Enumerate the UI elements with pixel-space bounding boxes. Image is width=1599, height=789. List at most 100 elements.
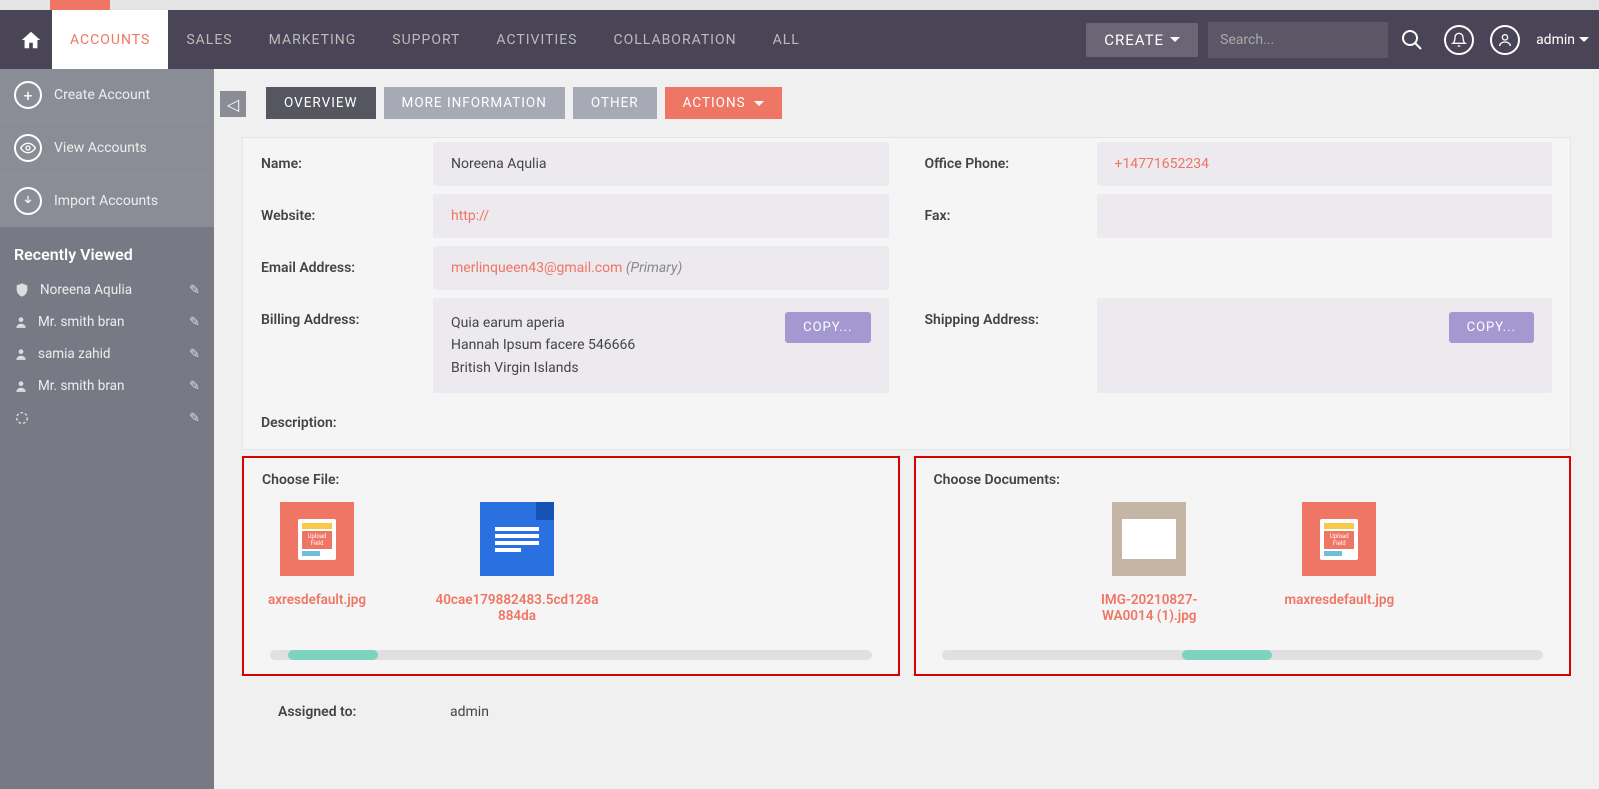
email-primary-tag: (Primary)	[626, 260, 682, 276]
email-value[interactable]: merlinqueen43@gmail.com (Primary)	[433, 246, 889, 290]
nav-accounts[interactable]: ACCOUNTS	[52, 10, 168, 69]
recent-item[interactable]: samia zahid ✎	[0, 338, 214, 370]
notifications-icon[interactable]	[1436, 25, 1482, 55]
name-label: Name:	[243, 142, 433, 186]
edit-icon[interactable]: ✎	[189, 347, 200, 362]
office-phone-value[interactable]: +14771652234	[1097, 142, 1553, 186]
user-menu-icon[interactable]	[1482, 25, 1528, 55]
website-label: Website:	[243, 194, 433, 238]
choose-documents-label: Choose Documents:	[934, 472, 1552, 488]
person-icon	[14, 347, 28, 361]
caret-down-icon	[1170, 37, 1180, 42]
document-attachments[interactable]: IMG-20210827-WA0014 (1).jpg Upload Field…	[934, 502, 1552, 632]
choose-file-label: Choose File:	[262, 472, 880, 488]
assigned-label: Assigned to:	[242, 690, 432, 734]
nav-all[interactable]: ALL	[755, 10, 818, 69]
tab-actions[interactable]: ACTIONS	[665, 87, 782, 119]
admin-label: admin	[1528, 32, 1579, 48]
assigned-to-row: Assigned to: admin	[242, 690, 1571, 734]
assigned-value: admin	[432, 690, 507, 734]
sidebar-view-accounts[interactable]: View Accounts	[0, 122, 214, 175]
file-item[interactable]: 40cae179882483.5cd128a884da	[432, 502, 602, 624]
file-thumb-upload-icon: Upload Field	[280, 502, 354, 576]
edit-icon[interactable]: ✎	[189, 379, 200, 394]
tab-more-information[interactable]: MORE INFORMATION	[384, 87, 565, 119]
sidebar-import-accounts[interactable]: Import Accounts	[0, 175, 214, 227]
billing-line3: British Virgin Islands	[451, 357, 773, 379]
fax-value[interactable]	[1097, 194, 1553, 238]
nav-activities[interactable]: ACTIVITIES	[478, 10, 595, 69]
create-button[interactable]: CREATE	[1086, 23, 1198, 57]
file-thumb-doc-icon	[480, 502, 554, 576]
recent-item[interactable]: Mr. smith bran ✎	[0, 370, 214, 402]
plus-icon: +	[14, 81, 42, 109]
docs-scrollbar[interactable]	[942, 650, 1544, 660]
file-thumb-photo-icon	[1112, 502, 1186, 576]
email-label: Email Address:	[243, 246, 433, 290]
copy-billing-button[interactable]: COPY...	[785, 312, 870, 343]
tab-actions-label: ACTIONS	[683, 95, 746, 111]
recent-item[interactable]: Mr. smith bran ✎	[0, 306, 214, 338]
file-item[interactable]: Upload Field axresdefault.jpg	[262, 502, 372, 624]
caret-down-icon	[754, 101, 764, 106]
recent-name: samia zahid	[38, 346, 111, 362]
tab-overview[interactable]: OVERVIEW	[266, 87, 376, 119]
content-area: ◁ OVERVIEW MORE INFORMATION OTHER ACTION…	[214, 69, 1599, 789]
create-label: CREATE	[1104, 31, 1164, 49]
email-address: merlinqueen43@gmail.com	[451, 260, 622, 276]
billing-line1: Quia earum aperia	[451, 312, 773, 334]
fax-label: Fax:	[907, 194, 1097, 238]
eye-icon	[14, 134, 42, 162]
name-value[interactable]: Noreena Aqulia	[433, 142, 889, 186]
sidebar-item-label: View Accounts	[54, 140, 147, 156]
edit-icon[interactable]: ✎	[189, 411, 200, 426]
choose-documents-section: Choose Documents: IMG-20210827-WA0014 (1…	[914, 456, 1572, 676]
home-icon[interactable]	[10, 29, 52, 51]
recent-name: Noreena Aqulia	[40, 282, 132, 298]
file-name: 40cae179882483.5cd128a884da	[432, 592, 602, 624]
nav-marketing[interactable]: MARKETING	[251, 10, 375, 69]
nav-collaboration[interactable]: COLLABORATION	[596, 10, 755, 69]
person-icon	[14, 315, 28, 329]
nav-support[interactable]: SUPPORT	[374, 10, 478, 69]
loading-icon	[14, 410, 30, 426]
copy-shipping-button[interactable]: COPY...	[1449, 312, 1534, 343]
sidebar-item-label: Create Account	[54, 87, 150, 103]
tab-other[interactable]: OTHER	[573, 87, 657, 119]
detail-form: Name: Noreena Aqulia Office Phone: +1477…	[242, 137, 1571, 450]
recent-item[interactable]: ✎	[0, 402, 214, 434]
main-navbar: ACCOUNTS SALES MARKETING SUPPORT ACTIVIT…	[0, 10, 1599, 69]
nav-sales[interactable]: SALES	[168, 10, 250, 69]
file-item[interactable]: Upload Field maxresdefault.jpg	[1269, 502, 1409, 624]
sidebar-create-account[interactable]: + Create Account	[0, 69, 214, 122]
file-name: maxresdefault.jpg	[1284, 592, 1394, 608]
shipping-label: Shipping Address:	[907, 298, 1097, 393]
search-input[interactable]	[1208, 22, 1388, 58]
billing-line2: Hannah Ipsum facere 546666	[451, 334, 773, 356]
detail-tabs: OVERVIEW MORE INFORMATION OTHER ACTIONS	[266, 87, 1571, 119]
recent-item[interactable]: Noreena Aqulia ✎	[0, 274, 214, 306]
sidebar-collapse-toggle[interactable]: ◁	[220, 91, 246, 117]
sidebar-item-label: Import Accounts	[54, 193, 158, 209]
recently-viewed-header: Recently Viewed	[0, 227, 214, 274]
person-icon	[14, 379, 28, 393]
file-scrollbar[interactable]	[270, 650, 872, 660]
office-phone-label: Office Phone:	[907, 142, 1097, 186]
sidebar: + Create Account View Accounts Import Ac…	[0, 69, 214, 789]
admin-caret-icon[interactable]	[1579, 37, 1589, 42]
file-item[interactable]: IMG-20210827-WA0014 (1).jpg	[1089, 502, 1209, 624]
website-value[interactable]: http://	[433, 194, 889, 238]
topbar-indicator	[0, 0, 1599, 10]
billing-label: Billing Address:	[243, 298, 433, 393]
billing-address-value[interactable]: Quia earum aperia Hannah Ipsum facere 54…	[433, 298, 889, 393]
download-icon	[14, 187, 42, 215]
choose-file-section: Choose File: Upload Field axresdefault.j…	[242, 456, 900, 676]
shipping-address-value[interactable]: COPY...	[1097, 298, 1553, 393]
file-attachments[interactable]: Upload Field axresdefault.jpg 40cae17988…	[262, 502, 880, 632]
edit-icon[interactable]: ✎	[189, 315, 200, 330]
shield-icon	[14, 282, 30, 298]
recent-name: Mr. smith bran	[38, 378, 124, 394]
edit-icon[interactable]: ✎	[189, 283, 200, 298]
file-name: IMG-20210827-WA0014 (1).jpg	[1094, 592, 1204, 624]
search-icon[interactable]	[1388, 28, 1436, 52]
